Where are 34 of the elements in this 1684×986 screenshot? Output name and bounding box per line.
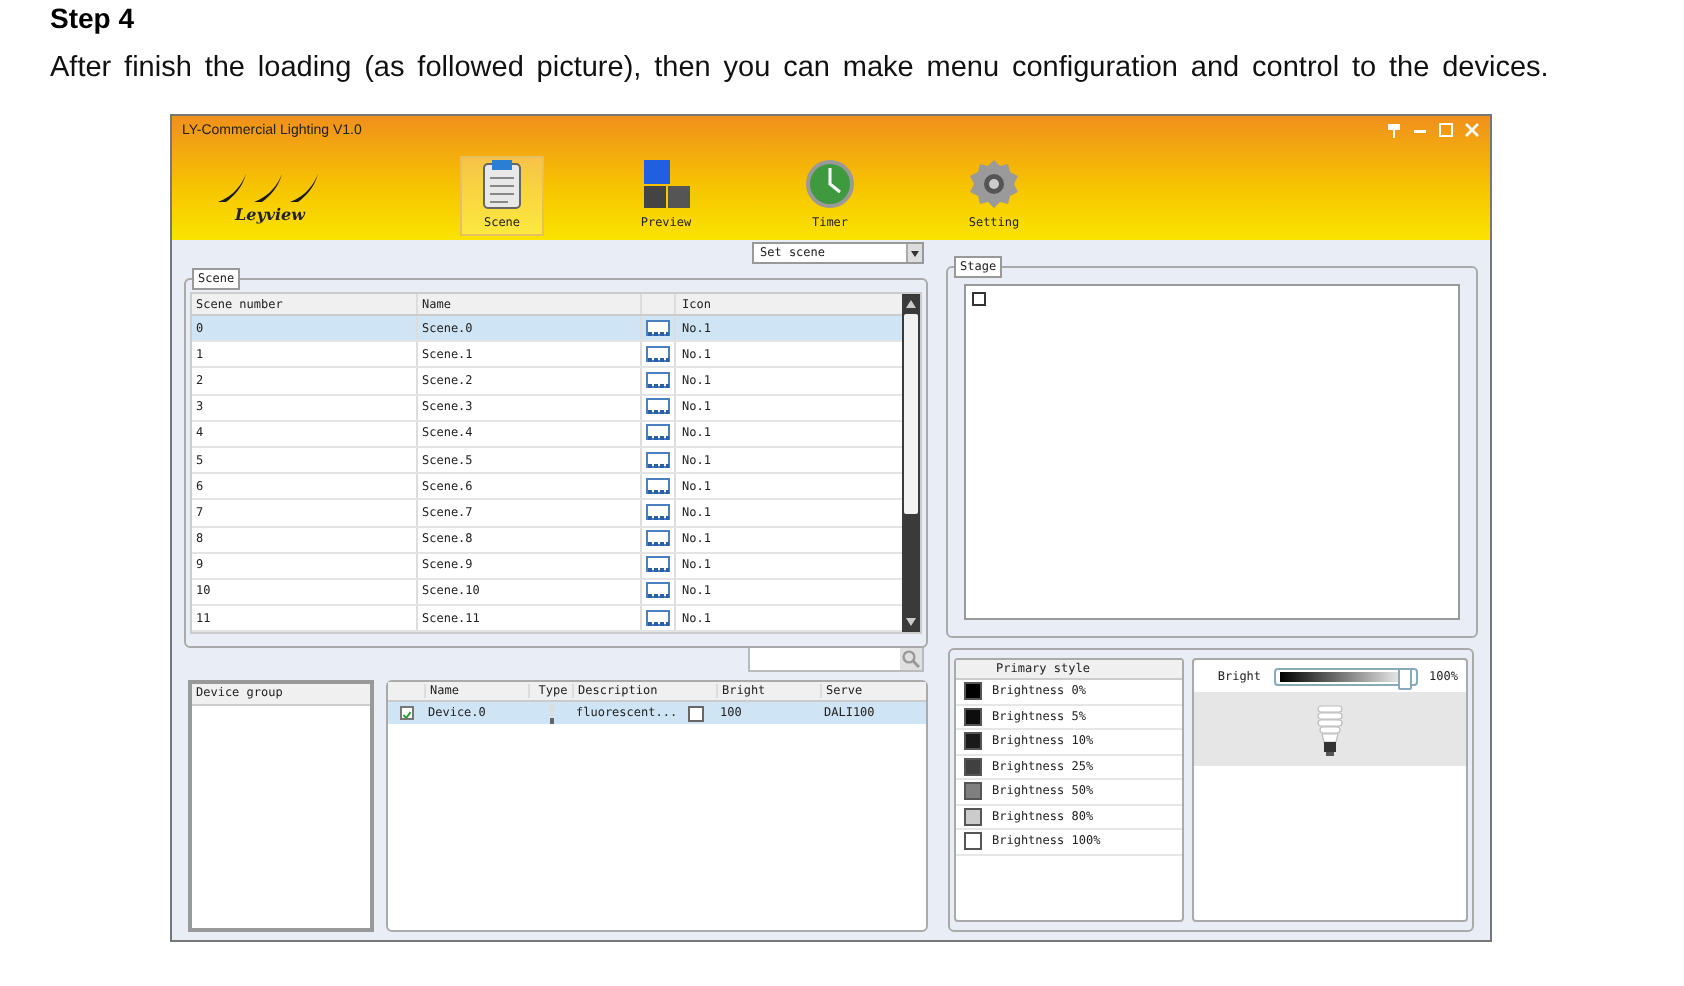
slider-thumb[interactable] bbox=[1397, 667, 1412, 689]
small-square-icon bbox=[972, 292, 986, 306]
instruction-paragraph: After finish the loading (as followed picture), then you can make menu configuration and control to the devices. bbox=[50, 50, 1551, 88]
search-icon bbox=[902, 650, 920, 668]
checkbox[interactable] bbox=[688, 705, 704, 721]
search-field[interactable] bbox=[748, 646, 924, 672]
lamp-row-icon bbox=[646, 477, 670, 496]
logo: Leyview bbox=[200, 172, 340, 236]
light-bulb-icon bbox=[1313, 703, 1346, 755]
lamp-row-icon bbox=[646, 371, 670, 390]
lamp-row-icon bbox=[646, 582, 670, 601]
close-icon bbox=[1464, 122, 1480, 138]
lamp-row-icon bbox=[646, 398, 670, 417]
blocks-icon bbox=[640, 158, 692, 210]
lamp-row-icon bbox=[646, 609, 670, 628]
maximize-icon bbox=[1438, 122, 1454, 138]
checkbox[interactable] bbox=[399, 706, 413, 720]
lamp-row-icon bbox=[646, 556, 670, 575]
lamp-row-icon bbox=[646, 530, 670, 549]
step-heading: Step 4 bbox=[50, 2, 137, 36]
pin-icon bbox=[1386, 122, 1402, 138]
scrollbar-thumb[interactable] bbox=[904, 314, 918, 514]
lamp-row-icon bbox=[646, 451, 670, 470]
lamp-row-icon bbox=[646, 319, 670, 338]
scroll-up-icon bbox=[904, 298, 918, 310]
lamp-row-icon bbox=[646, 424, 670, 443]
clock-icon bbox=[804, 158, 856, 210]
scroll-down-icon bbox=[904, 616, 918, 629]
lamp-row-icon bbox=[646, 503, 670, 522]
checkmark-icon bbox=[401, 708, 411, 722]
scrollbar[interactable] bbox=[902, 294, 920, 633]
brightness-slider[interactable] bbox=[1273, 667, 1418, 685]
lamp-row-icon bbox=[646, 345, 670, 364]
gear-icon bbox=[968, 158, 1020, 210]
